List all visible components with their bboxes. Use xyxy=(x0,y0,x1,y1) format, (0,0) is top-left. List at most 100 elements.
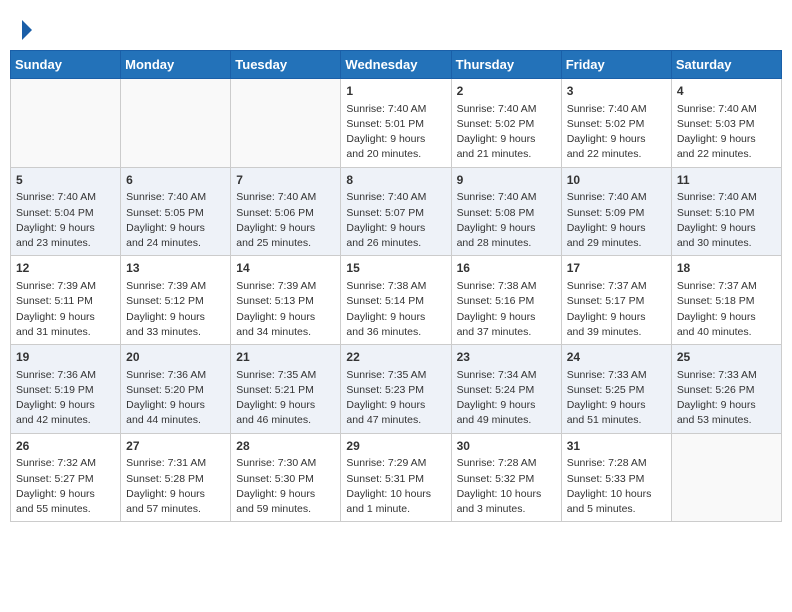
day-info: Sunrise: 7:40 AM Sunset: 5:01 PM Dayligh… xyxy=(346,102,445,163)
day-number: 12 xyxy=(16,260,115,277)
day-number: 9 xyxy=(457,172,556,189)
day-number: 18 xyxy=(677,260,776,277)
day-info: Sunrise: 7:38 AM Sunset: 5:14 PM Dayligh… xyxy=(346,279,445,340)
calendar-cell: 4 Sunrise: 7:40 AM Sunset: 5:03 PM Daylig… xyxy=(671,79,781,168)
calendar-header: SundayMondayTuesdayWednesdayThursdayFrid… xyxy=(11,51,782,79)
calendar-body: 1 Sunrise: 7:40 AM Sunset: 5:01 PM Daylig… xyxy=(11,79,782,522)
calendar-cell: 30Sunrise: 7:28 AM Sunset: 5:32 PM Dayli… xyxy=(451,433,561,522)
calendar-cell: 13 Sunrise: 7:39 AM Sunset: 5:12 PM Dayli… xyxy=(121,256,231,345)
day-number: 10 xyxy=(567,172,666,189)
calendar-cell: 1 Sunrise: 7:40 AM Sunset: 5:01 PM Daylig… xyxy=(341,79,451,168)
calendar-cell: 17 Sunrise: 7:37 AM Sunset: 5:17 PM Dayli… xyxy=(561,256,671,345)
weekday-row: SundayMondayTuesdayWednesdayThursdayFrid… xyxy=(11,51,782,79)
day-number: 5 xyxy=(16,172,115,189)
weekday-header-sunday: Sunday xyxy=(11,51,121,79)
day-number: 7 xyxy=(236,172,335,189)
calendar-cell: 12 Sunrise: 7:39 AM Sunset: 5:11 PM Dayli… xyxy=(11,256,121,345)
day-info: Sunrise: 7:33 AM Sunset: 5:26 PM Dayligh… xyxy=(677,368,776,429)
weekday-header-saturday: Saturday xyxy=(671,51,781,79)
calendar-cell: 2 Sunrise: 7:40 AM Sunset: 5:02 PM Daylig… xyxy=(451,79,561,168)
day-info: Sunrise: 7:34 AM Sunset: 5:24 PM Dayligh… xyxy=(457,368,556,429)
calendar-cell: 8Sunrise: 7:40 AM Sunset: 5:07 PM Daylig… xyxy=(341,167,451,256)
calendar-cell: 11Sunrise: 7:40 AM Sunset: 5:10 PM Dayli… xyxy=(671,167,781,256)
day-info: Sunrise: 7:39 AM Sunset: 5:12 PM Dayligh… xyxy=(126,279,225,340)
day-number: 23 xyxy=(457,349,556,366)
calendar-week-5: 26Sunrise: 7:32 AM Sunset: 5:27 PM Dayli… xyxy=(11,433,782,522)
calendar-cell: 31Sunrise: 7:28 AM Sunset: 5:33 PM Dayli… xyxy=(561,433,671,522)
day-info: Sunrise: 7:35 AM Sunset: 5:23 PM Dayligh… xyxy=(346,368,445,429)
day-number: 19 xyxy=(16,349,115,366)
day-info: Sunrise: 7:36 AM Sunset: 5:20 PM Dayligh… xyxy=(126,368,225,429)
day-info: Sunrise: 7:28 AM Sunset: 5:33 PM Dayligh… xyxy=(567,456,666,517)
day-info: Sunrise: 7:40 AM Sunset: 5:03 PM Dayligh… xyxy=(677,102,776,163)
day-info: Sunrise: 7:30 AM Sunset: 5:30 PM Dayligh… xyxy=(236,456,335,517)
day-number: 27 xyxy=(126,438,225,455)
day-info: Sunrise: 7:40 AM Sunset: 5:08 PM Dayligh… xyxy=(457,190,556,251)
day-number: 31 xyxy=(567,438,666,455)
day-info: Sunrise: 7:40 AM Sunset: 5:06 PM Dayligh… xyxy=(236,190,335,251)
weekday-header-thursday: Thursday xyxy=(451,51,561,79)
day-number: 14 xyxy=(236,260,335,277)
day-info: Sunrise: 7:36 AM Sunset: 5:19 PM Dayligh… xyxy=(16,368,115,429)
day-number: 17 xyxy=(567,260,666,277)
calendar-cell: 22 Sunrise: 7:35 AM Sunset: 5:23 PM Dayli… xyxy=(341,345,451,434)
day-info: Sunrise: 7:39 AM Sunset: 5:13 PM Dayligh… xyxy=(236,279,335,340)
day-number: 16 xyxy=(457,260,556,277)
day-number: 28 xyxy=(236,438,335,455)
calendar-cell xyxy=(231,79,341,168)
calendar-cell: 27Sunrise: 7:31 AM Sunset: 5:28 PM Dayli… xyxy=(121,433,231,522)
page-header xyxy=(10,10,782,42)
day-number: 4 xyxy=(677,83,776,100)
day-number: 24 xyxy=(567,349,666,366)
day-info: Sunrise: 7:28 AM Sunset: 5:32 PM Dayligh… xyxy=(457,456,556,517)
day-info: Sunrise: 7:31 AM Sunset: 5:28 PM Dayligh… xyxy=(126,456,225,517)
day-number: 30 xyxy=(457,438,556,455)
calendar-cell: 20 Sunrise: 7:36 AM Sunset: 5:20 PM Dayli… xyxy=(121,345,231,434)
calendar-week-2: 5Sunrise: 7:40 AM Sunset: 5:04 PM Daylig… xyxy=(11,167,782,256)
day-info: Sunrise: 7:33 AM Sunset: 5:25 PM Dayligh… xyxy=(567,368,666,429)
day-info: Sunrise: 7:40 AM Sunset: 5:10 PM Dayligh… xyxy=(677,190,776,251)
calendar-cell: 28Sunrise: 7:30 AM Sunset: 5:30 PM Dayli… xyxy=(231,433,341,522)
calendar-cell: 18 Sunrise: 7:37 AM Sunset: 5:18 PM Dayli… xyxy=(671,256,781,345)
day-info: Sunrise: 7:40 AM Sunset: 5:02 PM Dayligh… xyxy=(457,102,556,163)
day-info: Sunrise: 7:40 AM Sunset: 5:02 PM Dayligh… xyxy=(567,102,666,163)
day-info: Sunrise: 7:37 AM Sunset: 5:17 PM Dayligh… xyxy=(567,279,666,340)
day-info: Sunrise: 7:40 AM Sunset: 5:07 PM Dayligh… xyxy=(346,190,445,251)
day-number: 2 xyxy=(457,83,556,100)
calendar-cell: 14 Sunrise: 7:39 AM Sunset: 5:13 PM Dayli… xyxy=(231,256,341,345)
day-number: 1 xyxy=(346,83,445,100)
calendar-cell xyxy=(671,433,781,522)
day-info: Sunrise: 7:39 AM Sunset: 5:11 PM Dayligh… xyxy=(16,279,115,340)
day-info: Sunrise: 7:29 AM Sunset: 5:31 PM Dayligh… xyxy=(346,456,445,517)
calendar-table: SundayMondayTuesdayWednesdayThursdayFrid… xyxy=(10,50,782,522)
day-number: 11 xyxy=(677,172,776,189)
calendar-cell: 25 Sunrise: 7:33 AM Sunset: 5:26 PM Dayli… xyxy=(671,345,781,434)
day-number: 8 xyxy=(346,172,445,189)
day-info: Sunrise: 7:37 AM Sunset: 5:18 PM Dayligh… xyxy=(677,279,776,340)
calendar-cell: 19 Sunrise: 7:36 AM Sunset: 5:19 PM Dayli… xyxy=(11,345,121,434)
day-info: Sunrise: 7:40 AM Sunset: 5:09 PM Dayligh… xyxy=(567,190,666,251)
day-number: 6 xyxy=(126,172,225,189)
day-number: 25 xyxy=(677,349,776,366)
calendar-cell: 23 Sunrise: 7:34 AM Sunset: 5:24 PM Dayli… xyxy=(451,345,561,434)
weekday-header-monday: Monday xyxy=(121,51,231,79)
day-info: Sunrise: 7:32 AM Sunset: 5:27 PM Dayligh… xyxy=(16,456,115,517)
calendar-cell: 9Sunrise: 7:40 AM Sunset: 5:08 PM Daylig… xyxy=(451,167,561,256)
calendar-cell: 16Sunrise: 7:38 AM Sunset: 5:16 PM Dayli… xyxy=(451,256,561,345)
calendar-cell xyxy=(11,79,121,168)
weekday-header-wednesday: Wednesday xyxy=(341,51,451,79)
day-number: 22 xyxy=(346,349,445,366)
logo xyxy=(20,18,32,38)
calendar-week-3: 12 Sunrise: 7:39 AM Sunset: 5:11 PM Dayli… xyxy=(11,256,782,345)
weekday-header-tuesday: Tuesday xyxy=(231,51,341,79)
logo-triangle-icon xyxy=(22,20,32,40)
day-number: 26 xyxy=(16,438,115,455)
calendar-cell: 21Sunrise: 7:35 AM Sunset: 5:21 PM Dayli… xyxy=(231,345,341,434)
calendar-cell: 29Sunrise: 7:29 AM Sunset: 5:31 PM Dayli… xyxy=(341,433,451,522)
calendar-cell: 24 Sunrise: 7:33 AM Sunset: 5:25 PM Dayli… xyxy=(561,345,671,434)
calendar-week-1: 1 Sunrise: 7:40 AM Sunset: 5:01 PM Daylig… xyxy=(11,79,782,168)
calendar-cell: 26Sunrise: 7:32 AM Sunset: 5:27 PM Dayli… xyxy=(11,433,121,522)
day-number: 20 xyxy=(126,349,225,366)
calendar-week-4: 19 Sunrise: 7:36 AM Sunset: 5:19 PM Dayli… xyxy=(11,345,782,434)
day-number: 13 xyxy=(126,260,225,277)
